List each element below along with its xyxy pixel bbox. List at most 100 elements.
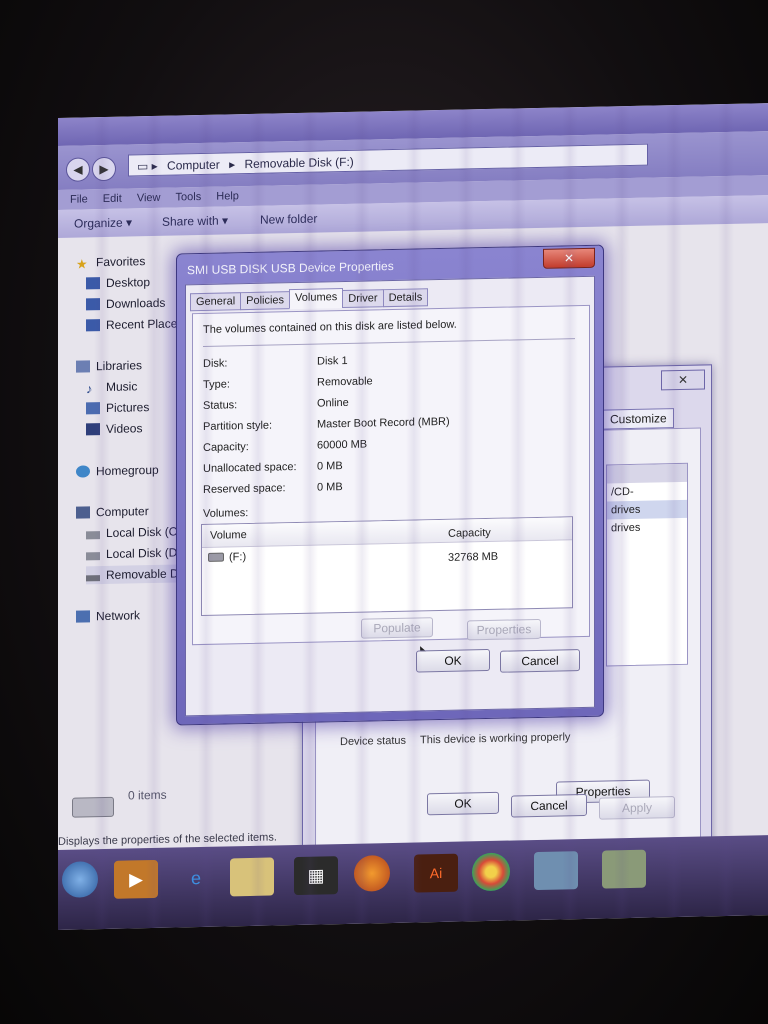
- nav-local-disk-d[interactable]: Local Disk (D:): [86, 543, 185, 563]
- nav-favorites-label: Favorites: [96, 254, 146, 270]
- volume-properties-button[interactable]: Properties: [467, 618, 541, 641]
- ok-button[interactable]: OK: [416, 648, 490, 673]
- tab-details[interactable]: Details: [382, 288, 429, 308]
- hard-drive-icon: [86, 531, 100, 540]
- media-player-icon[interactable]: ▶: [114, 859, 158, 899]
- file-explorer-icon[interactable]: [230, 857, 274, 897]
- taskbar: ▶ e ▦ Ai: [58, 835, 768, 930]
- nav-music-label: Music: [106, 379, 138, 394]
- background-cancel-button[interactable]: Cancel: [511, 793, 587, 818]
- volume-list[interactable]: Volume Capacity (F:) 32768 MB: [201, 516, 573, 617]
- app-icon[interactable]: [534, 851, 578, 891]
- nav-local-disk-c[interactable]: Local Disk (C:): [86, 522, 185, 542]
- volumes-panel: The volumes contained on this disk are l…: [192, 304, 590, 662]
- nav-music[interactable]: ♪ Music: [86, 377, 137, 396]
- nav-local-disk-c-label: Local Disk (C:): [106, 524, 185, 540]
- device-properties-dialog: SMI USB DISK USB Device Properties ✕ Gen…: [176, 244, 604, 726]
- chrome-icon[interactable]: [472, 852, 510, 892]
- new-folder-button[interactable]: New folder: [260, 212, 317, 227]
- volume-name: (F:): [229, 551, 247, 564]
- list-item[interactable]: drives: [607, 499, 687, 520]
- tab-strip: General Policies Volumes Driver Details: [190, 286, 429, 312]
- chevron-right-icon: ▸: [229, 157, 236, 172]
- organize-button[interactable]: Organize ▾: [74, 215, 132, 230]
- background-apply-button[interactable]: Apply: [599, 796, 675, 820]
- removable-drive-large-icon: [72, 796, 114, 818]
- tab-general[interactable]: General: [190, 292, 242, 312]
- screen: ◀ ▶ ▭ ▸ Computer ▸ Removable Disk (F:) F…: [58, 103, 768, 930]
- cancel-button[interactable]: Cancel: [500, 649, 580, 673]
- device-status-value: This device is working properly: [420, 731, 571, 747]
- list-item[interactable]: [607, 463, 687, 484]
- drive-icon: ▭ ▸: [137, 158, 158, 174]
- volume-cell: (F:): [208, 551, 246, 564]
- column-volume[interactable]: Volume: [210, 529, 247, 542]
- nav-local-disk-d-label: Local Disk (D:): [106, 545, 185, 561]
- desktop-icon: [86, 277, 100, 290]
- nav-downloads-label: Downloads: [106, 295, 166, 311]
- nav-videos[interactable]: Videos: [86, 419, 142, 438]
- volumes-intro: The volumes contained on this disk are l…: [203, 318, 457, 336]
- nav-pictures-label: Pictures: [106, 400, 150, 415]
- type-label: Type:: [203, 378, 230, 391]
- status-value: Online: [317, 396, 349, 410]
- breadcrumb-removable-disk[interactable]: Removable Disk (F:): [244, 155, 353, 171]
- nav-pictures[interactable]: Pictures: [86, 398, 149, 417]
- nav-libraries[interactable]: Libraries: [76, 356, 142, 375]
- list-item[interactable]: drives: [607, 518, 687, 538]
- nav-desktop-label: Desktop: [106, 275, 151, 290]
- background-ok-button[interactable]: OK: [427, 791, 499, 816]
- nav-network[interactable]: Network: [76, 606, 140, 625]
- illustrator-icon[interactable]: Ai: [414, 853, 458, 893]
- unallocated-space-value: 0 MB: [317, 460, 343, 473]
- disk-value: Disk 1: [317, 354, 348, 368]
- partition-style-label: Partition style:: [203, 419, 273, 433]
- app-icon[interactable]: [602, 849, 646, 889]
- column-capacity[interactable]: Capacity: [448, 527, 491, 540]
- firefox-icon[interactable]: [354, 855, 390, 892]
- hard-drive-icon: [86, 552, 100, 561]
- menu-file[interactable]: File: [70, 189, 88, 209]
- downloads-icon: [86, 298, 100, 311]
- video-editor-icon[interactable]: ▦: [294, 856, 338, 896]
- internet-explorer-icon[interactable]: e: [174, 859, 218, 898]
- nav-removable-disk[interactable]: Removable Di: [86, 564, 186, 585]
- capacity-value: 60000 MB: [317, 438, 368, 452]
- list-item[interactable]: /CD-: [607, 482, 687, 502]
- menu-tools[interactable]: Tools: [176, 187, 202, 208]
- nav-computer[interactable]: Computer: [76, 502, 149, 522]
- volume-capacity: 32768 MB: [448, 550, 499, 564]
- nav-favorites[interactable]: ★ Favorites: [76, 252, 145, 271]
- nav-downloads[interactable]: Downloads: [86, 294, 165, 314]
- computer-icon: [76, 506, 90, 519]
- music-icon: ♪: [86, 381, 93, 397]
- drive-icon: [208, 552, 224, 562]
- share-with-button[interactable]: Share with ▾: [162, 213, 228, 228]
- item-count: 0 items: [128, 787, 167, 803]
- reserved-space-value: 0 MB: [317, 481, 343, 494]
- tab-policies[interactable]: Policies: [240, 291, 291, 311]
- volumes-label: Volumes:: [203, 507, 249, 520]
- tab-driver[interactable]: Driver: [342, 289, 384, 309]
- tab-customize[interactable]: Customize: [603, 408, 674, 430]
- nav-recent-places[interactable]: Recent Places: [86, 314, 183, 334]
- close-icon[interactable]: ✕: [661, 369, 705, 391]
- menu-view[interactable]: View: [137, 188, 161, 208]
- menu-help[interactable]: Help: [216, 186, 239, 206]
- nav-network-label: Network: [96, 608, 141, 624]
- homegroup-icon: [76, 465, 90, 478]
- tab-volumes[interactable]: Volumes: [289, 288, 344, 310]
- close-icon[interactable]: ✕: [543, 247, 595, 269]
- nav-desktop[interactable]: Desktop: [86, 273, 150, 292]
- unallocated-space-label: Unallocated space:: [203, 461, 297, 475]
- nav-homegroup[interactable]: Homegroup: [76, 461, 159, 481]
- nav-videos-label: Videos: [106, 421, 143, 436]
- libraries-icon: [76, 360, 90, 373]
- menu-edit[interactable]: Edit: [103, 189, 122, 209]
- start-orb-icon[interactable]: [62, 861, 98, 898]
- reserved-space-label: Reserved space:: [203, 482, 286, 496]
- capacity-label: Capacity:: [203, 441, 249, 454]
- nav-libraries-label: Libraries: [96, 358, 143, 374]
- populate-button[interactable]: Populate: [361, 617, 433, 639]
- breadcrumb-computer[interactable]: Computer: [167, 158, 220, 173]
